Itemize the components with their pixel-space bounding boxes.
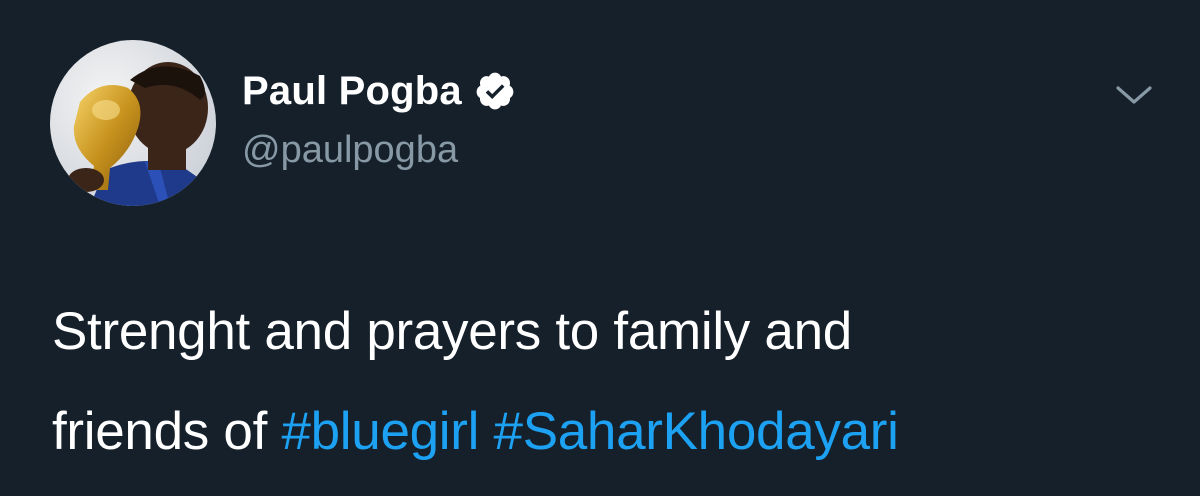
name-row: Paul Pogba bbox=[242, 68, 516, 114]
tweet-text-prefix: friends of bbox=[52, 402, 282, 461]
hashtag-link-saharkhodayari[interactable]: #SaharKhodayari bbox=[494, 402, 899, 461]
tweet-text-line-2: friends of #bluegirl #SaharKhodayari bbox=[52, 382, 1172, 482]
user-handle[interactable]: @paulpogba bbox=[242, 128, 516, 172]
tweet-text-line-1: Strenght and prayers to family and bbox=[52, 302, 852, 361]
avatar[interactable] bbox=[50, 40, 216, 206]
author-info[interactable]: Paul Pogba @paulpogba bbox=[242, 68, 516, 172]
verified-badge-icon bbox=[474, 70, 516, 112]
tweet-card: Paul Pogba @paulpogba Strenght and praye… bbox=[0, 0, 1200, 496]
tweet-text: Strenght and prayers to family and frien… bbox=[52, 282, 1172, 482]
hashtag-link-bluegirl[interactable]: #bluegirl bbox=[281, 402, 479, 461]
chevron-down-icon[interactable] bbox=[1112, 80, 1156, 110]
avatar-photo bbox=[50, 40, 216, 206]
display-name[interactable]: Paul Pogba bbox=[242, 68, 462, 114]
